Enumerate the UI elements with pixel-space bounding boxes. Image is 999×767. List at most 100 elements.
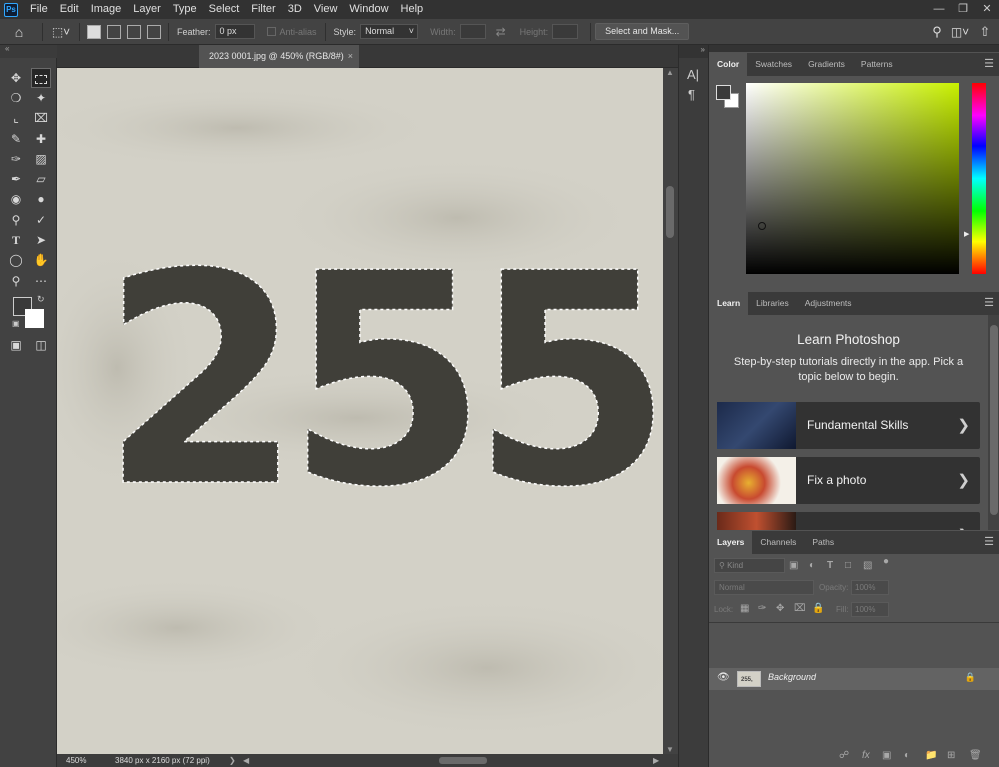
tab-libraries[interactable]: Libraries xyxy=(748,292,797,315)
select-and-mask-button[interactable]: Select and Mask... xyxy=(595,23,690,40)
lock-all-icon[interactable]: 🔒 xyxy=(812,603,824,614)
quick-mask-icon[interactable]: ▣ xyxy=(6,335,26,355)
screen-mode-icon[interactable]: ◫ xyxy=(31,335,51,355)
tab-adjustments[interactable]: Adjustments xyxy=(797,292,860,315)
default-colors-icon[interactable]: ▣ xyxy=(12,319,20,328)
learn-card-fix-a-photo[interactable]: Fix a photo ❯ xyxy=(717,457,980,504)
color-picker-handle[interactable] xyxy=(758,222,766,230)
collapse-icon[interactable]: « xyxy=(5,44,9,53)
canvas-vertical-scrollbar[interactable]: ▲ ▼ xyxy=(663,68,678,754)
minimize-icon[interactable]: — xyxy=(927,0,951,19)
status-arrow-icon[interactable]: ❯ xyxy=(229,754,236,767)
adjustment-layer-icon[interactable]: ◐ xyxy=(904,750,910,761)
expand-panels-icon[interactable]: » xyxy=(679,45,709,58)
tab-learn[interactable]: Learn xyxy=(709,292,749,315)
menu-file[interactable]: File xyxy=(24,0,54,19)
scroll-down-icon[interactable]: ▼ xyxy=(666,745,674,754)
background-color-swatch[interactable] xyxy=(25,309,44,328)
subtract-selection-icon[interactable] xyxy=(127,24,141,39)
eraser-icon[interactable]: ▱ xyxy=(31,169,51,189)
lock-transparent-icon[interactable]: ▦ xyxy=(740,603,749,614)
frame-icon[interactable]: ⌧ xyxy=(31,108,51,128)
rectangular-marquee-icon[interactable] xyxy=(31,68,51,88)
restore-icon[interactable]: ❐ xyxy=(951,0,975,19)
toolbar-collapse[interactable]: « xyxy=(0,44,57,58)
opacity-input[interactable]: 100% xyxy=(851,580,889,595)
healing-brush-icon[interactable]: ✚ xyxy=(31,129,51,149)
layer-style-icon[interactable]: fx xyxy=(862,750,870,761)
learn-scroll-thumb[interactable] xyxy=(990,325,998,515)
home-icon[interactable]: ⌂ xyxy=(0,24,38,40)
hand-icon[interactable]: ✋ xyxy=(31,250,51,270)
visibility-eye-icon[interactable]: 👁 xyxy=(717,672,730,683)
move-tool-icon[interactable]: ✥ xyxy=(6,68,26,88)
panel-menu-icon[interactable]: ☰ xyxy=(984,531,994,554)
menu-type[interactable]: Type xyxy=(167,0,203,19)
brush-icon[interactable]: ✑ xyxy=(6,149,26,169)
menu-filter[interactable]: Filter xyxy=(245,0,281,19)
document-tab[interactable]: 2023 0001.jpg @ 450% (RGB/8#) × xyxy=(199,45,359,68)
path-selection-icon[interactable]: ➤ xyxy=(31,230,51,250)
dodge-icon[interactable]: ⚲ xyxy=(6,210,26,230)
hscroll-right-icon[interactable]: ▶ xyxy=(653,754,659,767)
layer-row-background[interactable]: 👁 255, Background 🔒 xyxy=(709,668,999,690)
character-panel-icon[interactable]: A| xyxy=(687,67,699,82)
scroll-up-icon[interactable]: ▲ xyxy=(666,68,674,77)
delete-layer-icon[interactable]: 🗑 xyxy=(969,750,982,761)
link-layers-icon[interactable]: ☍ xyxy=(839,750,849,761)
clone-stamp-icon[interactable]: ▨ xyxy=(31,149,51,169)
menu-window[interactable]: Window xyxy=(343,0,394,19)
filter-toggle-icon[interactable]: ● xyxy=(883,556,889,567)
zoom-level[interactable]: 450% xyxy=(66,754,86,767)
filter-pixel-icon[interactable]: ▣ xyxy=(789,560,798,571)
more-tools-icon[interactable]: ⋯ xyxy=(31,271,51,291)
menu-edit[interactable]: Edit xyxy=(54,0,85,19)
fill-input[interactable]: 100% xyxy=(851,602,889,617)
tab-swatches[interactable]: Swatches xyxy=(747,53,800,76)
tab-paths[interactable]: Paths xyxy=(804,531,842,554)
fg-color-chip[interactable] xyxy=(716,85,731,100)
intersect-selection-icon[interactable] xyxy=(147,24,161,39)
menu-image[interactable]: Image xyxy=(85,0,128,19)
height-input[interactable] xyxy=(552,24,579,39)
menu-3d[interactable]: 3D xyxy=(282,0,308,19)
filter-type-icon[interactable]: T xyxy=(827,560,833,571)
paragraph-panel-icon[interactable]: ¶ xyxy=(688,87,695,102)
share-icon[interactable]: ⇧ xyxy=(971,24,999,40)
menu-view[interactable]: View xyxy=(308,0,344,19)
tab-color[interactable]: Color xyxy=(709,53,748,76)
filter-shape-icon[interactable]: □ xyxy=(845,560,851,571)
add-mask-icon[interactable]: ▣ xyxy=(882,750,891,761)
menu-select[interactable]: Select xyxy=(203,0,246,19)
lasso-icon[interactable]: ❍ xyxy=(6,88,26,108)
filter-adjustment-icon[interactable]: ◐ xyxy=(809,560,815,571)
filter-smart-object-icon[interactable]: ▧ xyxy=(863,560,872,571)
marquee-preset-icon[interactable]: ⬚˅ xyxy=(47,25,75,39)
layer-filter-select[interactable]: ⚲ Kind xyxy=(714,558,785,573)
saturation-brightness-field[interactable] xyxy=(746,83,959,274)
blur-icon[interactable]: ● xyxy=(31,189,51,209)
new-group-icon[interactable]: 📁 xyxy=(925,750,937,761)
panel-menu-icon[interactable]: ☰ xyxy=(984,292,994,315)
document-canvas[interactable]: 255, xyxy=(57,68,663,754)
menu-layer[interactable]: Layer xyxy=(127,0,167,19)
lock-artboard-icon[interactable]: ⌧ xyxy=(794,603,806,614)
zoom-icon[interactable]: ⚲ xyxy=(6,271,26,291)
hscroll-left-icon[interactable]: ◀ xyxy=(243,754,249,767)
learn-scrollbar[interactable] xyxy=(988,315,999,530)
scroll-thumb[interactable] xyxy=(666,186,674,238)
history-brush-icon[interactable]: ✒ xyxy=(6,169,26,189)
tab-patterns[interactable]: Patterns xyxy=(853,53,901,76)
blend-mode-select[interactable]: Normal xyxy=(714,580,814,595)
close-icon[interactable]: ✕ xyxy=(975,0,999,19)
magic-wand-icon[interactable]: ✦ xyxy=(31,88,51,108)
panel-menu-icon[interactable]: ☰ xyxy=(984,53,994,76)
close-tab-icon[interactable]: × xyxy=(348,45,353,68)
new-selection-icon[interactable] xyxy=(87,24,101,39)
hscroll-thumb[interactable] xyxy=(439,757,487,764)
search-icon[interactable]: ⚲ xyxy=(925,24,949,40)
width-input[interactable] xyxy=(459,24,486,39)
hue-slider-marker[interactable]: ▶ xyxy=(964,230,969,238)
tab-layers[interactable]: Layers xyxy=(709,531,753,554)
pen-icon[interactable]: ✓ xyxy=(31,210,51,230)
